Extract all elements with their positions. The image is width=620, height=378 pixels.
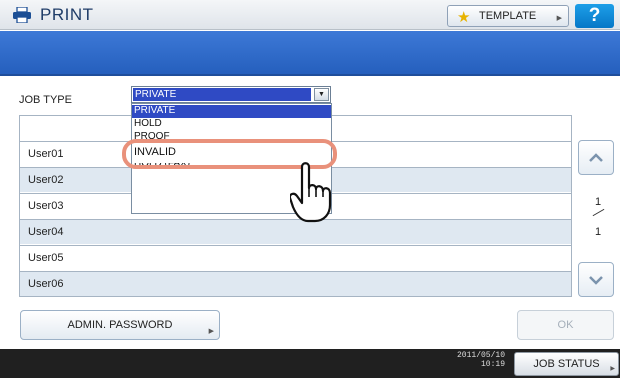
chevron-down-icon: [589, 276, 603, 285]
status-time: 10:19: [480, 360, 505, 369]
table-row[interactable]: User06: [20, 271, 571, 296]
job-type-select[interactable]: PRIVATE ▼: [131, 86, 331, 103]
page-total: 1: [594, 226, 602, 238]
corner-arrow-icon: ▶: [610, 366, 615, 372]
ok-button[interactable]: OK: [517, 310, 614, 340]
chevron-up-icon: [589, 153, 603, 162]
page-indicator: 1 1: [585, 196, 611, 242]
help-button[interactable]: ?: [575, 4, 614, 28]
option-hold[interactable]: HOLD: [132, 118, 331, 131]
job-status-button[interactable]: JOB STATUS ▶: [514, 352, 619, 376]
job-type-selected-value: PRIVATE: [133, 88, 311, 101]
pointing-hand-icon: [290, 162, 332, 223]
title-bar: PRINT ★ TEMPLATE ▶ ?: [0, 0, 620, 30]
scroll-up-button[interactable]: [578, 140, 614, 175]
corner-arrow-icon: ▶: [556, 15, 562, 22]
scroll-down-button[interactable]: [578, 262, 614, 297]
status-date: 2011/05/10: [456, 351, 505, 360]
job-status-label: JOB STATUS: [533, 358, 600, 370]
option-private[interactable]: PRIVATE: [132, 105, 331, 118]
option-proof[interactable]: PROOF: [132, 131, 331, 139]
page-current: 1: [594, 196, 602, 208]
dropdown-arrow-icon[interactable]: ▼: [314, 88, 329, 101]
page-separator: [592, 208, 605, 217]
job-type-label: JOB TYPE: [19, 94, 72, 106]
admin-password-label: ADMIN. PASSWORD: [67, 319, 173, 331]
star-icon: ★: [457, 9, 471, 26]
admin-password-button[interactable]: ADMIN. PASSWORD ▶: [20, 310, 220, 340]
table-row[interactable]: User05: [20, 245, 571, 270]
template-button-label: TEMPLATE: [479, 10, 537, 22]
template-button[interactable]: ★ TEMPLATE ▶: [447, 5, 569, 27]
printer-icon: [13, 7, 31, 23]
page-title: PRINT: [40, 5, 94, 24]
date-time: 2011/05/10 10:19: [450, 351, 505, 369]
corner-arrow-icon: ▶: [208, 328, 214, 335]
blue-banner: [0, 31, 620, 76]
